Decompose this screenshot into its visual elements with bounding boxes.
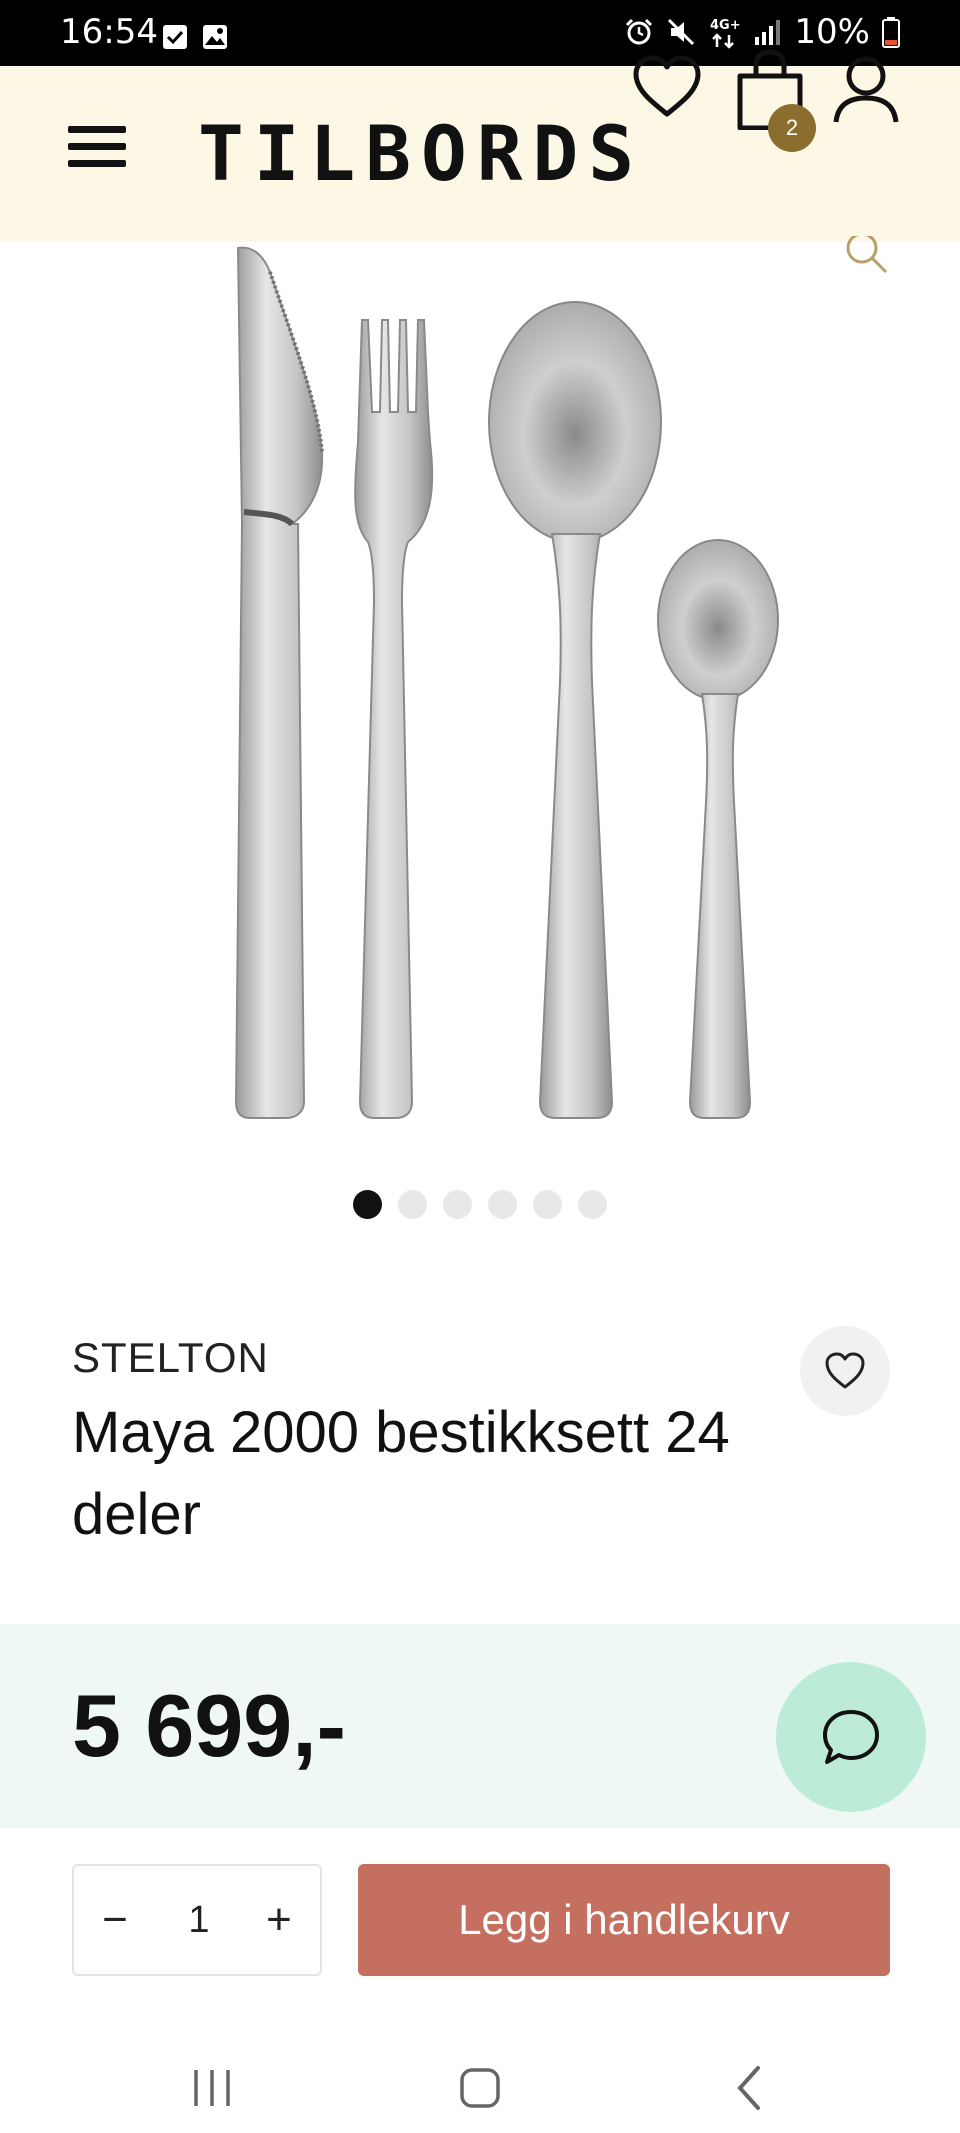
recent-apps-icon[interactable] bbox=[172, 2048, 252, 2128]
mute-icon bbox=[668, 18, 695, 46]
image-carousel-dots bbox=[0, 1190, 960, 1220]
svg-text:4G+: 4G+ bbox=[710, 18, 740, 33]
add-to-wishlist-button[interactable] bbox=[800, 1326, 890, 1416]
chat-bubble-icon bbox=[823, 1710, 879, 1764]
product-brand[interactable]: STELTON bbox=[72, 1334, 269, 1382]
quantity-decrease-button[interactable]: − bbox=[80, 1866, 150, 1974]
alarm-icon bbox=[626, 18, 653, 45]
heart-icon bbox=[825, 1352, 865, 1389]
menu-button[interactable] bbox=[68, 126, 126, 182]
home-icon[interactable] bbox=[440, 2048, 520, 2128]
back-icon[interactable] bbox=[710, 2048, 790, 2128]
wishlist-heart-icon[interactable] bbox=[632, 54, 702, 120]
quantity-value[interactable]: 1 bbox=[154, 1866, 244, 1974]
system-nav-bar bbox=[0, 2020, 960, 2133]
carousel-dot[interactable] bbox=[578, 1190, 607, 1219]
menu-icon bbox=[68, 126, 126, 133]
product-image[interactable] bbox=[0, 242, 960, 1142]
carousel-dot[interactable] bbox=[353, 1190, 382, 1219]
quantity-increase-button[interactable]: + bbox=[244, 1866, 314, 1974]
user-account-icon[interactable] bbox=[832, 54, 900, 124]
site-logo[interactable]: TILBORDS bbox=[198, 106, 644, 202]
quantity-stepper: − 1 + bbox=[72, 1864, 322, 1976]
carousel-dot[interactable] bbox=[398, 1190, 427, 1219]
chat-button[interactable] bbox=[776, 1662, 926, 1812]
gallery-notification-icon bbox=[203, 25, 227, 49]
carousel-dot[interactable] bbox=[488, 1190, 517, 1219]
product-title: Maya 2000 bestikksett 24 deler bbox=[72, 1400, 730, 1547]
zoom-search-icon[interactable] bbox=[842, 236, 890, 276]
cutlery-set-image bbox=[234, 246, 779, 1119]
carousel-dot[interactable] bbox=[533, 1190, 562, 1219]
checkbox-notification-icon bbox=[163, 25, 187, 49]
battery-icon bbox=[882, 17, 900, 48]
product-price: 5 699,- bbox=[72, 1676, 346, 1775]
price-section: 5 699,- bbox=[0, 1624, 960, 1828]
carousel-dot[interactable] bbox=[443, 1190, 472, 1219]
cart-count-badge: 2 bbox=[768, 104, 816, 152]
add-to-cart-button[interactable]: Legg i handlekurv bbox=[358, 1864, 890, 1976]
status-time: 16:54 bbox=[60, 12, 158, 52]
